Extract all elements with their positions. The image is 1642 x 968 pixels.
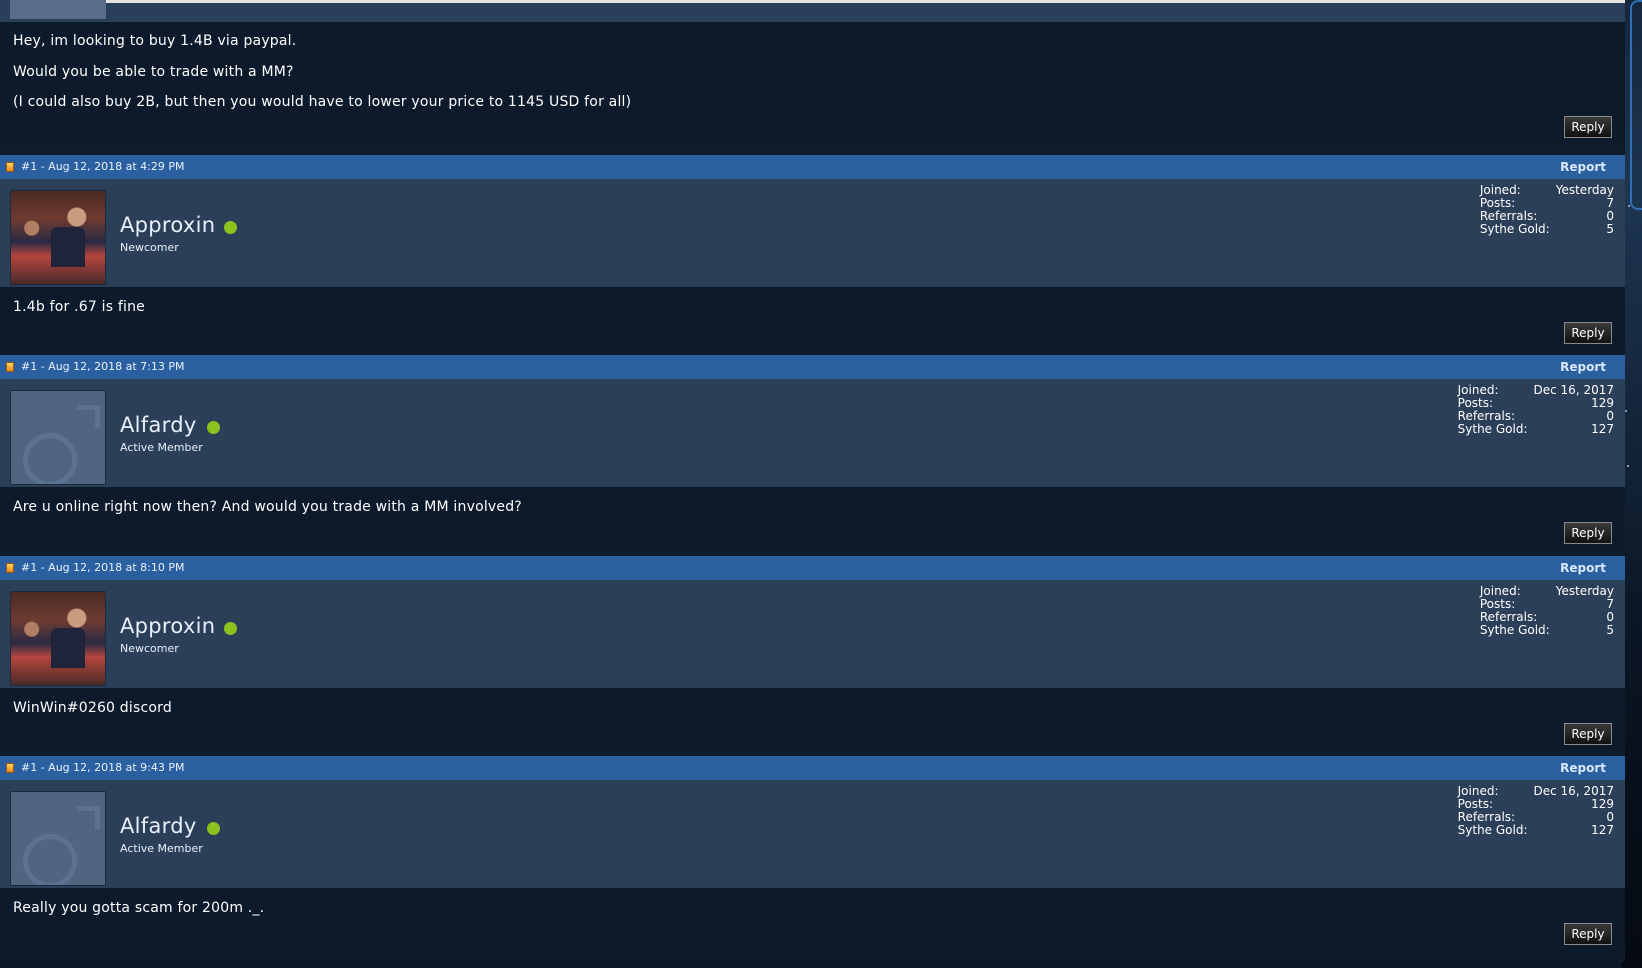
reply-button[interactable]: Reply xyxy=(1564,522,1612,544)
browser-viewport: Hey, im looking to buy 1.4B via paypal. … xyxy=(0,0,1642,968)
user-rank: Active Member xyxy=(120,842,203,855)
post-header: #1 - Aug 12, 2018 at 7:13 PM Report xyxy=(0,355,1625,379)
user-rank: Active Member xyxy=(120,441,203,454)
post-message-box: Hey, im looking to buy 1.4B via paypal. … xyxy=(0,22,1625,146)
message-text: Are u online right now then? And would y… xyxy=(13,499,522,515)
message-line: Would you be able to trade with a MM? xyxy=(13,64,294,80)
online-status-icon xyxy=(207,822,220,835)
male-symbol-icon xyxy=(23,433,77,484)
report-link[interactable]: Report xyxy=(1560,761,1606,775)
user-info-row: Alfardy Active Member Joined: Dec 16, 201… xyxy=(0,379,1625,487)
message-text: WinWin#0260 discord xyxy=(13,700,172,716)
stat-joined: Yesterday xyxy=(1555,584,1614,598)
post-meta[interactable]: #1 - Aug 12, 2018 at 7:13 PM xyxy=(21,360,185,373)
star-decoration xyxy=(1627,465,1629,467)
avatar[interactable] xyxy=(10,0,106,19)
reply-button[interactable]: Reply xyxy=(1564,723,1612,745)
user-info-row: Alfardy Active Member Joined: Dec 16, 201… xyxy=(0,780,1625,888)
male-symbol-icon xyxy=(23,834,77,885)
username[interactable]: Approxin xyxy=(120,614,215,638)
post-message-box: WinWin#0260 discord Reply xyxy=(0,688,1625,750)
report-link[interactable]: Report xyxy=(1560,360,1606,374)
post-header: #1 - Aug 12, 2018 at 9:43 PM Report xyxy=(0,756,1625,780)
message-line: (I could also buy 2B, but then you would… xyxy=(13,94,632,110)
stat-label: Sythe Gold: xyxy=(1479,623,1550,637)
male-symbol-arrow xyxy=(77,806,100,829)
document-icon xyxy=(6,362,14,372)
reply-button[interactable]: Reply xyxy=(1564,923,1612,945)
user-info-row: Approxin Newcomer Joined: Yesterday Posts… xyxy=(0,179,1625,287)
stat-label: Sythe Gold: xyxy=(1479,222,1550,236)
online-status-icon xyxy=(224,221,237,234)
post-meta[interactable]: #1 - Aug 12, 2018 at 4:29 PM xyxy=(21,160,185,173)
user-stats: Joined: Dec 16, 2017 Posts: 129 Referrals:… xyxy=(1458,384,1614,436)
stat-referrals: 0 xyxy=(1606,209,1614,223)
post-header: #1 - Aug 12, 2018 at 4:29 PM Report xyxy=(0,155,1625,179)
username[interactable]: Alfardy xyxy=(120,413,197,437)
report-link[interactable]: Report xyxy=(1560,160,1606,174)
message-text: Really you gotta scam for 200m ._. xyxy=(13,900,265,916)
username[interactable]: Approxin xyxy=(120,213,215,237)
stat-gold: 5 xyxy=(1606,222,1614,236)
reply-button[interactable]: Reply xyxy=(1564,116,1612,138)
user-stats: Joined: Yesterday Posts: 7 Referrals: 0 Syt… xyxy=(1480,184,1614,236)
post-meta[interactable]: #1 - Aug 12, 2018 at 9:43 PM xyxy=(21,761,185,774)
avatar[interactable] xyxy=(10,390,106,485)
star-decoration xyxy=(1628,205,1630,207)
stat-gold: 5 xyxy=(1606,623,1614,637)
stat-gold: 127 xyxy=(1591,823,1614,837)
online-status-icon xyxy=(207,421,220,434)
message-line: Hey, im looking to buy 1.4B via paypal. xyxy=(13,33,297,49)
user-rank: Newcomer xyxy=(120,241,179,254)
user-info-row: Approxin Newcomer Joined: Yesterday Posts… xyxy=(0,580,1625,688)
message-text: 1.4b for .67 is fine xyxy=(13,299,145,315)
stat-label: Sythe Gold: xyxy=(1457,823,1528,837)
star-decoration xyxy=(1625,410,1627,412)
document-icon xyxy=(6,563,14,573)
document-icon xyxy=(6,763,14,773)
stat-posts: 129 xyxy=(1591,396,1614,410)
avatar[interactable] xyxy=(10,190,106,285)
post-meta[interactable]: #1 - Aug 12, 2018 at 8:10 PM xyxy=(21,561,185,574)
post-message-box: 1.4b for .67 is fine Reply xyxy=(0,287,1625,349)
stat-joined: Yesterday xyxy=(1555,183,1614,197)
user-stats: Joined: Dec 16, 2017 Posts: 129 Referrals:… xyxy=(1458,785,1614,837)
thread-container: Hey, im looking to buy 1.4B via paypal. … xyxy=(0,0,1625,962)
previous-post-user-row xyxy=(0,0,1625,22)
stat-label: Sythe Gold: xyxy=(1457,422,1528,436)
document-icon xyxy=(6,162,14,172)
stat-posts: 129 xyxy=(1591,797,1614,811)
divider xyxy=(106,0,1625,3)
male-symbol-arrow xyxy=(77,405,100,428)
reply-button[interactable]: Reply xyxy=(1564,322,1612,344)
scrollbar-edge[interactable] xyxy=(1630,0,1642,210)
report-link[interactable]: Report xyxy=(1560,561,1606,575)
post-header: #1 - Aug 12, 2018 at 8:10 PM Report xyxy=(0,556,1625,580)
post-message-box: Really you gotta scam for 200m ._. Reply xyxy=(0,888,1625,962)
stat-posts: 7 xyxy=(1606,196,1614,210)
avatar[interactable] xyxy=(10,791,106,886)
online-status-icon xyxy=(224,622,237,635)
user-rank: Newcomer xyxy=(120,642,179,655)
user-stats: Joined: Yesterday Posts: 7 Referrals: 0 Syt… xyxy=(1480,585,1614,637)
post-message-box: Are u online right now then? And would y… xyxy=(0,487,1625,549)
avatar[interactable] xyxy=(10,591,106,686)
username[interactable]: Alfardy xyxy=(120,814,197,838)
stat-posts: 7 xyxy=(1606,597,1614,611)
stat-gold: 127 xyxy=(1591,422,1614,436)
stat-referrals: 0 xyxy=(1606,610,1614,624)
